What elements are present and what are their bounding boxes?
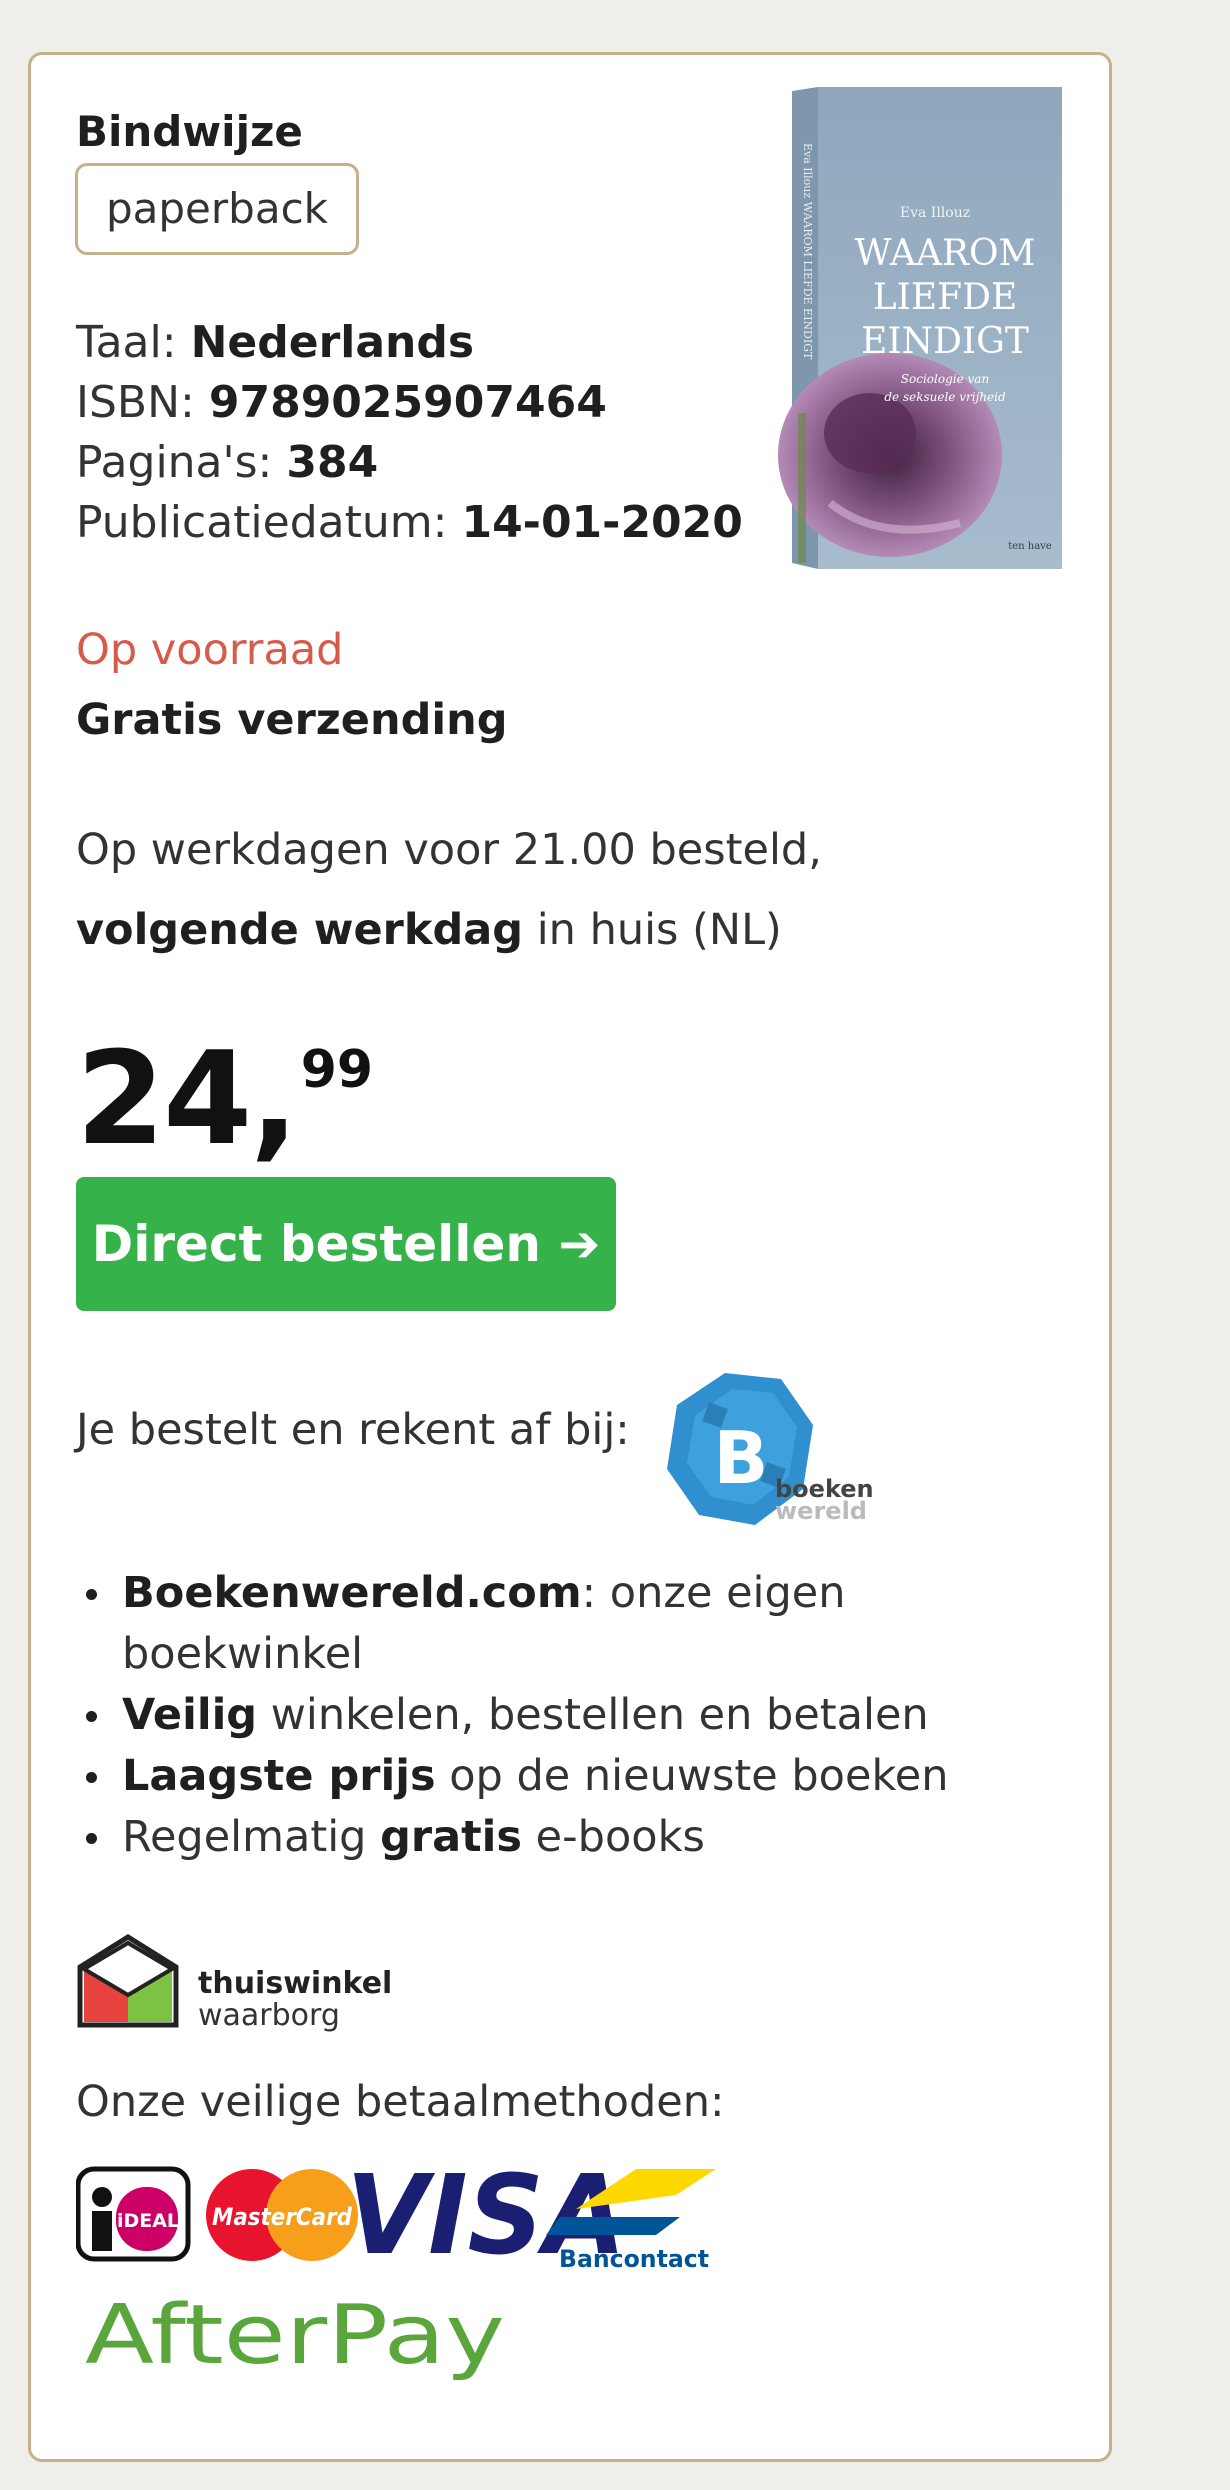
cover-publisher: ten have [1008,541,1052,552]
language-label: Taal: [76,317,177,368]
payment-methods: iDEAL MasterCard VISA Bancontact [75,2151,936,2279]
binding-heading: Bindwijze [76,107,303,156]
payment-heading: Onze veilige betaalmethoden: [76,2077,725,2127]
cover-title-line-3: EINDIGT [861,321,1029,362]
order-button[interactable]: Direct bestellen ➔ [76,1177,616,1311]
usp-bold: gratis [380,1812,523,1862]
language-value: Nederlands [190,317,475,368]
bancontact-text: Bancontact [559,2245,709,2273]
ideal-text: iDEAL [117,2210,179,2232]
product-order-card: Bindwijze paperback Taal: Nederlands ISB… [28,52,1112,2462]
usp-item: Boekenwereld.com: onze eigen boekwinkel [86,1563,1122,1685]
price: 24,99 [76,1025,373,1174]
thuiswinkel-line-1: thuiswinkel [198,1966,392,2001]
pages-label: Pagina's: [76,437,273,488]
book-cover-image[interactable]: Eva Illouz WAAROM LIEFDE EINDIGT Eva Ill… [760,83,1070,573]
usp-bold: Laagste prijs [122,1751,436,1801]
order-intro: Je bestelt en rekent af bij: [76,1405,630,1455]
date-label: Publicatiedatum: [76,497,448,548]
meta-isbn: ISBN: 9789025907464 [76,377,607,428]
usp-text: : onze eigen [581,1568,846,1618]
usp-text: e-books [522,1812,705,1862]
mastercard-text: MasterCard [212,2203,353,2231]
usp-text-cont: boekwinkel [122,1629,364,1679]
meta-publication-date: Publicatiedatum: 14-01-2020 [76,497,743,548]
afterpay-text: AfterPay [85,2288,505,2383]
cover-subtitle-line-2: de seksuele vrijheid [884,390,1006,404]
cover-title-line-1: WAAROM [855,233,1036,274]
cover-spine-text: Eva Illouz WAAROM LIEFDE EINDIGT [801,143,814,360]
usp-text: op de nieuwste boeken [435,1751,949,1801]
usp-list: Boekenwereld.com: onze eigen boekwinkel V… [76,1563,1122,1868]
isbn-label: ISBN: [76,377,195,428]
price-main: 24, [76,1025,299,1174]
delivery-line-1: Op werkdagen voor 21.00 besteld, [76,825,822,875]
boekenwereld-logo[interactable]: B boeken wereld [653,1365,903,1535]
cover-title-line-2: LIEFDE [873,277,1018,318]
boekenwereld-logo-letter: B [714,1416,769,1500]
afterpay-logo: AfterPay [81,2283,521,2393]
boekenwereld-logo-text-2: wereld [775,1497,867,1525]
delivery-line-2: volgende werkdag in huis (NL) [76,905,782,955]
ideal-logo: iDEAL [75,2166,191,2262]
cover-subtitle-line-1: Sociologie van [901,372,989,386]
mastercard-logo: MasterCard [206,2169,358,2261]
thuiswinkel-line-2: waarborg [198,1998,340,2033]
delivery-bold: volgende werkdag [76,905,524,955]
usp-text-pre: Regelmatig [122,1812,381,1862]
pages-value: 384 [286,437,379,488]
usp-item: Veilig winkelen, bestellen en betalen [86,1685,1122,1746]
delivery-rest: in huis (NL) [523,905,782,955]
usp-text: winkelen, bestellen en betalen [257,1690,929,1740]
stock-status: Op voorraad [76,625,344,675]
usp-bold: Boekenwereld.com [122,1568,582,1618]
usp-bold: Veilig [122,1690,258,1740]
date-value: 14-01-2020 [461,497,743,548]
usp-item: Regelmatig gratis e-books [86,1807,1122,1868]
binding-option-paperback[interactable]: paperback [75,163,359,255]
meta-language: Taal: Nederlands [76,317,474,368]
thuiswinkel-waarborg-logo[interactable]: thuiswinkel waarborg [76,1933,396,2043]
cover-author: Eva Illouz [900,205,970,221]
meta-pages: Pagina's: 384 [76,437,378,488]
usp-item: Laagste prijs op de nieuwste boeken [86,1746,1122,1807]
price-cents: 99 [300,1040,374,1100]
isbn-value: 9789025907464 [208,377,607,428]
shipping-info: Gratis verzending [76,695,508,745]
